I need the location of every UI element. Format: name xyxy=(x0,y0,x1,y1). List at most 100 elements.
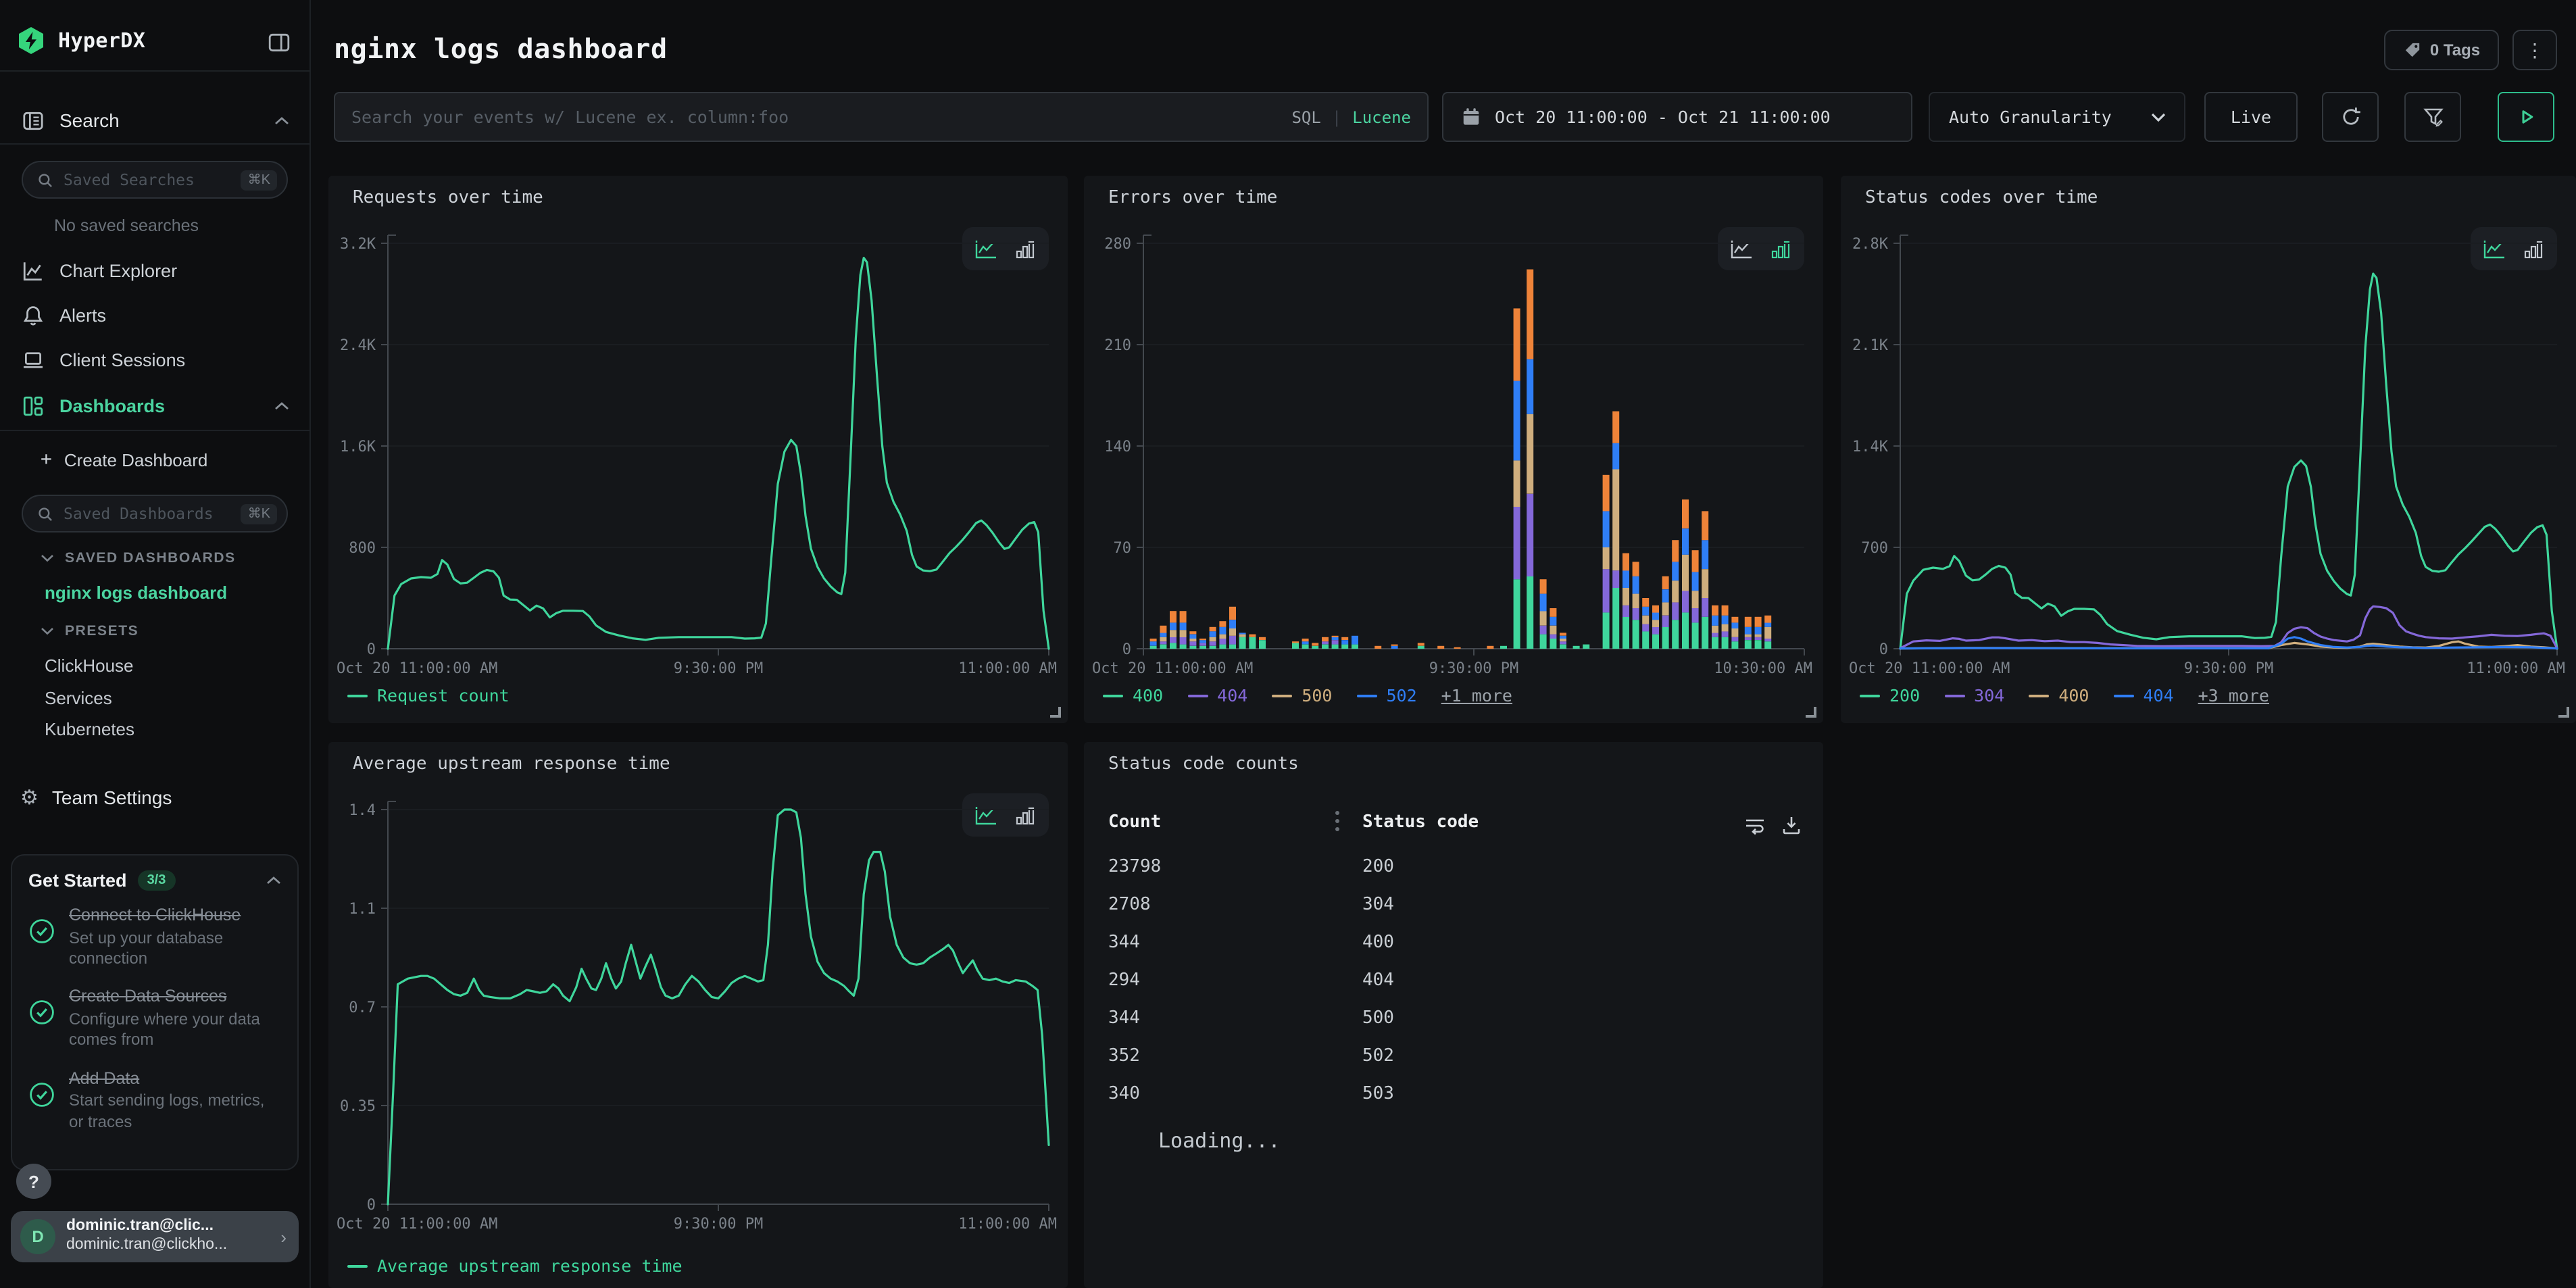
legend-swatch xyxy=(1103,694,1123,697)
wrap-lines-icon[interactable] xyxy=(1743,814,1766,837)
bar-chart-icon xyxy=(1770,239,1791,259)
legend-label: Average upstream response time xyxy=(377,1256,683,1276)
lucene-toggle[interactable]: Lucene xyxy=(1352,107,1411,126)
legend-item-400[interactable]: 400 xyxy=(1103,685,1163,705)
legend-item-404[interactable]: 404 xyxy=(2113,685,2173,705)
sql-toggle[interactable]: SQL xyxy=(1291,107,1320,126)
live-label: Live xyxy=(2231,107,2271,127)
bar-view-button[interactable] xyxy=(2517,234,2550,264)
legend-item-304[interactable]: 304 xyxy=(1944,685,2004,705)
svg-text:0: 0 xyxy=(367,1197,376,1214)
sidebar-item-alerts[interactable]: Alerts xyxy=(0,295,309,335)
bar-view-button[interactable] xyxy=(1764,234,1797,264)
cell-status-code: 404 xyxy=(1338,970,1823,990)
column-resize-handle[interactable] xyxy=(1335,811,1339,831)
sidebar-item-kubernetes[interactable]: Kubernetes xyxy=(45,719,134,739)
create-dashboard-button[interactable]: + Create Dashboard xyxy=(0,441,309,478)
event-search-input[interactable]: Search your events w/ Lucene ex. column:… xyxy=(334,92,1429,142)
tag-icon xyxy=(2403,41,2422,59)
legend-item-request-count[interactable]: Request count xyxy=(347,685,510,705)
sidebar-item-label: Dashboards xyxy=(59,395,165,416)
svg-text:9:30:00 PM: 9:30:00 PM xyxy=(1429,660,1518,677)
refresh-button[interactable] xyxy=(2322,92,2379,142)
panel-menu-button[interactable]: ⋮ xyxy=(2512,30,2557,70)
svg-text:11:00:00 AM: 11:00:00 AM xyxy=(2467,660,2565,677)
line-view-button[interactable] xyxy=(1725,234,1758,264)
legend-swatch xyxy=(347,1264,368,1267)
hyperdx-app: HyperDX Search Saved Searches ⌘K No save… xyxy=(0,0,2576,1288)
filter-button[interactable] xyxy=(2404,92,2461,142)
cell-count: 344 xyxy=(1084,1008,1338,1028)
legend-more-link[interactable]: +1 more xyxy=(1441,685,1512,705)
sidebar-item-label: Search xyxy=(59,109,120,131)
chevron-down-icon xyxy=(41,627,54,635)
sidebar-item-label: Client Sessions xyxy=(59,349,185,370)
saved-searches-input[interactable]: Saved Searches ⌘K xyxy=(22,161,288,199)
sidebar-item-client-sessions[interactable]: Client Sessions xyxy=(0,339,309,380)
chevron-up-icon[interactable] xyxy=(266,876,281,885)
get-started-step-connect[interactable]: Connect to ClickHouse Set up your databa… xyxy=(12,896,297,978)
sidebar-item-clickhouse[interactable]: ClickHouse xyxy=(45,655,134,676)
sidebar-item-label: Alerts xyxy=(59,305,106,325)
step-description: Configure where your data comes from xyxy=(69,1010,281,1051)
sidebar-item-team-settings[interactable]: ⚙ Team Settings xyxy=(0,777,309,818)
get-started-header[interactable]: Get Started 3/3 xyxy=(12,856,297,896)
legend-label: 400 xyxy=(1133,685,1163,705)
legend-item-404[interactable]: 404 xyxy=(1187,685,1247,705)
column-header-status-code[interactable]: Status code xyxy=(1362,812,1479,833)
legend-item-502[interactable]: 502 xyxy=(1356,685,1416,705)
legend-item-500[interactable]: 500 xyxy=(1272,685,1332,705)
collapse-sidebar-button[interactable] xyxy=(264,27,293,57)
chevron-up-icon xyxy=(274,401,289,410)
saved-dashboards-section-header[interactable]: SAVED DASHBOARDS xyxy=(0,543,309,573)
resize-handle[interactable] xyxy=(1804,705,1816,718)
resize-handle[interactable] xyxy=(2557,705,2569,718)
tags-label: 0 Tags xyxy=(2430,41,2480,59)
line-view-button[interactable] xyxy=(970,800,1002,830)
svg-text:140: 140 xyxy=(1104,439,1131,455)
line-chart-icon xyxy=(2483,239,2506,259)
svg-text:210: 210 xyxy=(1104,337,1131,354)
chevron-down-icon xyxy=(2150,112,2166,122)
get-started-step-add-data[interactable]: Add Data Start sending logs, metrics, or… xyxy=(12,1059,297,1141)
help-button[interactable]: ? xyxy=(16,1164,51,1199)
date-range-picker[interactable]: Oct 20 11:00:00 - Oct 21 11:00:00 xyxy=(1442,92,1912,142)
resize-handle[interactable] xyxy=(1049,705,1061,718)
svg-text:2.8K: 2.8K xyxy=(1852,236,1889,253)
sidebar-item-chart-explorer[interactable]: Chart Explorer xyxy=(0,250,309,291)
cell-status-code: 400 xyxy=(1338,932,1823,952)
line-view-button[interactable] xyxy=(2478,234,2510,264)
status-codes-chart: 07001.4K2.1K2.8KOct 20 11:00:00 AM9:30:0… xyxy=(1841,176,2576,723)
svg-text:1.4K: 1.4K xyxy=(1852,439,1889,455)
granularity-value: Auto Granularity xyxy=(1949,107,2150,127)
svg-text:Oct 20 11:00:00 AM: Oct 20 11:00:00 AM xyxy=(337,660,497,677)
legend-item-400[interactable]: 400 xyxy=(2029,685,2089,705)
legend-item-200[interactable]: 200 xyxy=(1860,685,1920,705)
granularity-select[interactable]: Auto Granularity xyxy=(1929,92,2185,142)
sidebar-item-dashboards[interactable]: Dashboards xyxy=(0,385,309,426)
column-header-count[interactable]: Count xyxy=(1108,812,1161,833)
saved-dashboards-input[interactable]: Saved Dashboards ⌘K xyxy=(22,495,288,532)
cell-status-code: 502 xyxy=(1338,1045,1823,1066)
get-started-step-sources[interactable]: Create Data Sources Configure where your… xyxy=(12,978,297,1060)
legend-more-link[interactable]: +3 more xyxy=(2198,685,2269,705)
sidebar-item-search[interactable]: Search xyxy=(0,100,309,141)
line-view-button[interactable] xyxy=(970,234,1002,264)
svg-text:0: 0 xyxy=(367,641,376,658)
run-query-button[interactable] xyxy=(2498,92,2554,142)
bar-view-button[interactable] xyxy=(1009,234,1041,264)
chart-legend: 400 404 500 502 +1 more xyxy=(1103,685,1512,705)
download-icon[interactable] xyxy=(1780,814,1803,837)
user-account-button[interactable]: D dominic.tran@clic... dominic.tran@clic… xyxy=(11,1211,299,1262)
tags-button[interactable]: 0 Tags xyxy=(2384,30,2499,70)
svg-text:10:30:00 AM: 10:30:00 AM xyxy=(1714,660,1812,677)
sidebar-item-services[interactable]: Services xyxy=(45,688,112,708)
panel-title: Errors over time xyxy=(1108,188,1277,208)
user-email: dominic.tran@clickho... xyxy=(66,1237,227,1256)
legend-item-average-upstream-response-time[interactable]: Average upstream response time xyxy=(347,1256,683,1276)
bar-view-button[interactable] xyxy=(1009,800,1041,830)
shortcut-badge: ⌘K xyxy=(241,170,277,190)
presets-section-header[interactable]: PRESETS xyxy=(0,616,309,646)
sidebar-item-nginx-logs-dashboard[interactable]: nginx logs dashboard xyxy=(45,583,227,603)
live-button[interactable]: Live xyxy=(2204,92,2298,142)
